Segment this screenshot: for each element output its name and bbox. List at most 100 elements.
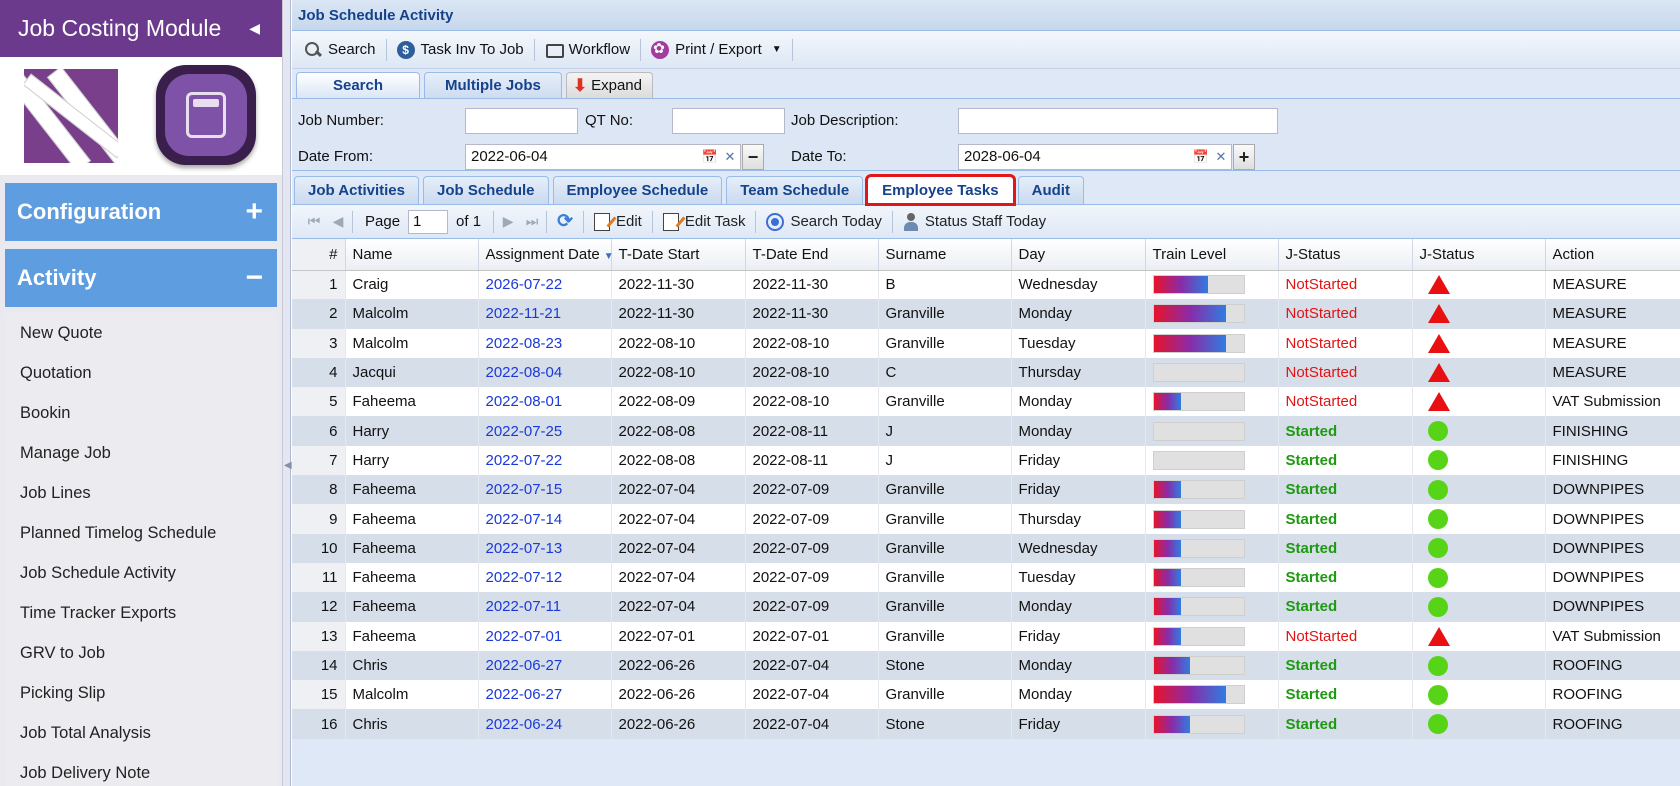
- calendar-icon[interactable]: 📅: [1191, 145, 1211, 169]
- section-configuration[interactable]: Configuration +: [5, 183, 277, 241]
- date-from-field[interactable]: 2022-06-04 📅 ✕: [465, 144, 741, 170]
- table-row[interactable]: 5 Faheema 2022-08-01 2022-08-09 2022-08-10 Gr…: [292, 387, 1680, 417]
- edit-task-button[interactable]: Edit Task: [655, 212, 754, 231]
- edit-button[interactable]: Edit: [586, 212, 650, 231]
- col-number[interactable]: #: [292, 239, 346, 271]
- cell-assignment-date[interactable]: 2022-08-23: [478, 328, 612, 358]
- table-row[interactable]: 9 Faheema 2022-07-14 2022-07-04 2022-07-09 Gr…: [292, 504, 1680, 534]
- cell-assignment-date[interactable]: 2026-07-22: [478, 270, 612, 300]
- cell-assignment-date[interactable]: 2022-07-11: [478, 592, 612, 622]
- cell-assignment-date[interactable]: 2022-07-12: [478, 562, 612, 593]
- menu-item-bookin[interactable]: Bookin: [5, 393, 277, 433]
- cell-assignment-date[interactable]: 2022-07-01: [478, 621, 612, 651]
- cell-assignment-date[interactable]: 2022-07-22: [478, 445, 612, 476]
- table-row[interactable]: 11 Faheema 2022-07-12 2022-07-04 2022-07-09 G…: [292, 562, 1680, 593]
- cell-assignment-date[interactable]: 2022-06-27: [478, 650, 612, 681]
- col-assignment-date[interactable]: Assignment Date ▼: [478, 239, 614, 271]
- tab-team-schedule[interactable]: Team Schedule: [726, 176, 864, 204]
- cell-assignment-date[interactable]: 2022-07-15: [478, 475, 612, 505]
- qt-no-field[interactable]: [672, 108, 785, 134]
- status-staff-today-button[interactable]: Status Staff Today: [895, 212, 1054, 231]
- cell-assignment-date[interactable]: 2022-07-13: [478, 533, 612, 563]
- sidebar-splitter[interactable]: ◀: [283, 0, 292, 786]
- tab-employee-tasks[interactable]: Employee Tasks: [865, 174, 1016, 206]
- table-row[interactable]: 10 Faheema 2022-07-13 2022-07-04 2022-07-09 G…: [292, 533, 1680, 563]
- menu-item-grv-to-job[interactable]: GRV to Job: [5, 633, 277, 673]
- col-tdate-end[interactable]: T-Date End: [745, 239, 879, 271]
- table-row[interactable]: 15 Malcolm 2022-06-27 2022-06-26 2022-07-04 G…: [292, 680, 1680, 710]
- table-row[interactable]: 8 Faheema 2022-07-15 2022-07-04 2022-07-09 Gr…: [292, 475, 1680, 505]
- expand-icon[interactable]: +: [245, 197, 263, 227]
- menu-item-new-quote[interactable]: New Quote: [5, 313, 277, 353]
- col-train-level[interactable]: Train Level: [1145, 239, 1279, 271]
- tab-job-activities[interactable]: Job Activities: [294, 176, 419, 204]
- train-level-bar: [1152, 568, 1245, 588]
- cell-assignment-date[interactable]: 2022-07-14: [478, 504, 612, 534]
- first-page-icon[interactable]: ⏮: [302, 213, 326, 230]
- clear-icon[interactable]: ✕: [1211, 145, 1231, 169]
- task-inv-to-job-button[interactable]: $ Task Inv To Job: [389, 36, 532, 64]
- search-today-button[interactable]: Search Today: [758, 212, 889, 231]
- plus-button[interactable]: +: [1233, 144, 1255, 170]
- col-surname[interactable]: Surname: [878, 239, 1012, 271]
- job-description-field[interactable]: [958, 108, 1278, 134]
- train-level-fill: [1153, 305, 1226, 323]
- workflow-button[interactable]: Workflow: [537, 36, 638, 64]
- cell-assignment-date[interactable]: 2022-07-25: [478, 416, 612, 446]
- cell-assignment-date[interactable]: 2022-11-21: [478, 299, 612, 329]
- last-page-icon[interactable]: ⏭: [520, 213, 544, 230]
- menu-item-job-lines[interactable]: Job Lines: [5, 473, 277, 513]
- table-row[interactable]: 7 Harry 2022-07-22 2022-08-08 2022-08-11 J Fri…: [292, 445, 1680, 476]
- menu-item-quotation[interactable]: Quotation: [5, 353, 277, 393]
- table-row[interactable]: 16 Chris 2022-06-24 2022-06-26 2022-07-04 Sto…: [292, 709, 1680, 739]
- refresh-button[interactable]: ⟳: [549, 210, 581, 233]
- col-day[interactable]: Day: [1011, 239, 1146, 271]
- collapse-icon[interactable]: −: [245, 263, 263, 293]
- collapse-sidebar-icon[interactable]: ◀: [249, 20, 260, 37]
- row-number: 10: [292, 533, 346, 563]
- print-export-button[interactable]: Print / Export ▼: [643, 36, 790, 64]
- expand-label: Expand: [591, 76, 642, 94]
- tab-audit[interactable]: Audit: [1017, 176, 1084, 204]
- table-row[interactable]: 2 Malcolm 2022-11-21 2022-11-30 2022-11-30 Gr…: [292, 299, 1680, 329]
- cell-assignment-date[interactable]: 2022-08-01: [478, 387, 612, 417]
- menu-item-job-schedule-activity[interactable]: Job Schedule Activity: [5, 553, 277, 593]
- tab-multiple-jobs[interactable]: Multiple Jobs: [424, 72, 562, 98]
- table-row[interactable]: 6 Harry 2022-07-25 2022-08-08 2022-08-11 J Mon…: [292, 416, 1680, 446]
- col-jstatus-icon[interactable]: J-Status: [1412, 239, 1546, 271]
- col-jstatus[interactable]: J-Status: [1278, 239, 1413, 271]
- job-number-field[interactable]: [465, 108, 578, 134]
- menu-item-time-tracker[interactable]: Time Tracker Exports: [5, 593, 277, 633]
- search-button[interactable]: Search: [296, 36, 384, 64]
- table-row[interactable]: 13 Faheema 2022-07-01 2022-07-01 2022-07-01 G…: [292, 621, 1680, 651]
- tab-employee-schedule[interactable]: Employee Schedule: [552, 176, 723, 204]
- col-name[interactable]: Name: [345, 239, 479, 271]
- next-page-icon[interactable]: ▶: [496, 213, 520, 230]
- menu-item-manage-job[interactable]: Manage Job: [5, 433, 277, 473]
- menu-item-picking-slip[interactable]: Picking Slip: [5, 673, 277, 713]
- calendar-icon[interactable]: 📅: [700, 145, 720, 169]
- page-input[interactable]: 1: [408, 209, 449, 234]
- tab-job-schedule[interactable]: Job Schedule: [422, 176, 549, 204]
- clear-icon[interactable]: ✕: [720, 145, 740, 169]
- cell-assignment-date[interactable]: 2022-08-04: [478, 357, 612, 388]
- menu-item-job-delivery-note[interactable]: Job Delivery Note: [5, 753, 277, 786]
- cell-assignment-date[interactable]: 2022-06-27: [478, 680, 612, 710]
- col-action[interactable]: Action: [1545, 239, 1680, 271]
- table-row[interactable]: 4 Jacqui 2022-08-04 2022-08-10 2022-08-10 C Th…: [292, 357, 1680, 388]
- expand-button[interactable]: ⬇ Expand: [565, 72, 653, 98]
- minus-button[interactable]: −: [742, 144, 764, 170]
- menu-item-job-total-analysis[interactable]: Job Total Analysis: [5, 713, 277, 753]
- tab-search[interactable]: Search: [296, 72, 420, 98]
- menu-item-planned-timelog[interactable]: Planned Timelog Schedule: [5, 513, 277, 553]
- date-to-field[interactable]: 2028-06-04 📅 ✕: [958, 144, 1232, 170]
- chevron-left-icon[interactable]: ◀: [284, 460, 292, 471]
- prev-page-icon[interactable]: ◀: [326, 213, 350, 230]
- table-row[interactable]: 12 Faheema 2022-07-11 2022-07-04 2022-07-09 G…: [292, 592, 1680, 622]
- table-row[interactable]: 14 Chris 2022-06-27 2022-06-26 2022-07-04 Sto…: [292, 650, 1680, 681]
- table-row[interactable]: 1 Craig 2026-07-22 2022-11-30 2022-11-30 B Wed…: [292, 270, 1680, 300]
- table-row[interactable]: 3 Malcolm 2022-08-23 2022-08-10 2022-08-10 Gr…: [292, 328, 1680, 358]
- section-activity[interactable]: Activity −: [5, 249, 277, 307]
- cell-assignment-date[interactable]: 2022-06-24: [478, 709, 612, 739]
- col-tdate-start[interactable]: T-Date Start: [611, 239, 746, 271]
